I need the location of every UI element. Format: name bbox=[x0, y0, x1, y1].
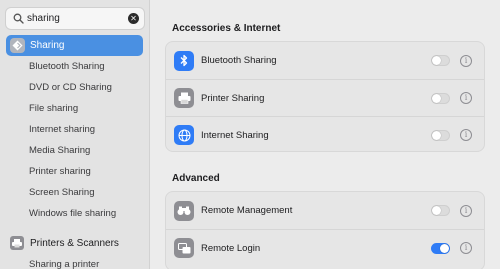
printer-icon bbox=[10, 236, 24, 250]
sidebar-result-dvd-cd-sharing[interactable]: DVD or CD Sharing bbox=[29, 82, 112, 93]
info-icon[interactable]: i bbox=[460, 242, 472, 254]
row-remote-management: Remote Management i bbox=[166, 192, 484, 229]
printer-sharing-toggle[interactable] bbox=[431, 92, 450, 104]
row-label: Internet Sharing bbox=[201, 129, 269, 141]
sidebar-result-internet-sharing[interactable]: Internet sharing bbox=[29, 124, 95, 135]
sidebar-item-label: Printers & Scanners bbox=[30, 237, 119, 249]
sidebar-result-sharing-a-printer[interactable]: Sharing a printer bbox=[29, 259, 99, 269]
info-icon[interactable]: i bbox=[460, 204, 472, 217]
advanced-card: Remote Management i Remote Login i bbox=[165, 191, 485, 269]
sidebar-item-printers-scanners[interactable]: Printers & Scanners bbox=[10, 236, 119, 250]
bluetooth-sharing-toggle[interactable] bbox=[431, 55, 450, 66]
search-input[interactable] bbox=[27, 13, 123, 24]
search-field[interactable]: ✕ bbox=[5, 7, 145, 30]
row-label: Remote Login bbox=[201, 242, 261, 254]
accessories-internet-card: Bluetooth Sharing i Printer Sharing i In… bbox=[165, 41, 485, 152]
binoculars-icon bbox=[174, 200, 194, 221]
sidebar-result-media-sharing[interactable]: Media Sharing bbox=[29, 145, 90, 156]
section-title-accessories-internet: Accessories & Internet bbox=[172, 23, 281, 34]
sidebar-result-windows-file-sharing[interactable]: Windows file sharing bbox=[29, 208, 116, 219]
row-internet-sharing: Internet Sharing i bbox=[166, 116, 484, 153]
terminal-window-icon bbox=[174, 238, 194, 258]
globe-icon bbox=[174, 125, 194, 145]
info-icon[interactable]: i bbox=[460, 92, 472, 104]
section-title-advanced: Advanced bbox=[172, 173, 220, 184]
sidebar-result-bluetooth-sharing[interactable]: Bluetooth Sharing bbox=[29, 61, 105, 72]
row-remote-login: Remote Login i bbox=[166, 229, 484, 266]
bluetooth-icon bbox=[174, 50, 194, 71]
sidebar: ✕ Sharing Bluetooth Sharing DVD or CD Sh… bbox=[0, 0, 150, 269]
row-printer-sharing: Printer Sharing i bbox=[166, 79, 484, 116]
remote-login-toggle[interactable] bbox=[431, 242, 450, 254]
row-label: Printer Sharing bbox=[201, 92, 265, 104]
sidebar-item-sharing[interactable]: Sharing bbox=[6, 35, 143, 56]
printer-icon bbox=[174, 88, 194, 108]
row-bluetooth-sharing: Bluetooth Sharing i bbox=[166, 42, 484, 79]
internet-sharing-toggle[interactable] bbox=[431, 129, 450, 141]
sidebar-result-printer-sharing[interactable]: Printer sharing bbox=[29, 166, 91, 177]
info-icon[interactable]: i bbox=[460, 54, 472, 67]
sidebar-result-file-sharing[interactable]: File sharing bbox=[29, 103, 78, 114]
sidebar-result-screen-sharing[interactable]: Screen Sharing bbox=[29, 187, 94, 198]
sidebar-item-label: Sharing bbox=[30, 40, 65, 51]
remote-management-toggle[interactable] bbox=[431, 205, 450, 216]
search-icon bbox=[9, 13, 27, 24]
row-label: Remote Management bbox=[201, 205, 293, 216]
main-pane: Accessories & Internet Bluetooth Sharing… bbox=[151, 0, 500, 269]
row-label: Bluetooth Sharing bbox=[201, 55, 277, 66]
sharing-icon bbox=[10, 38, 25, 53]
info-icon[interactable]: i bbox=[460, 129, 472, 141]
clear-search-icon[interactable]: ✕ bbox=[128, 13, 139, 24]
